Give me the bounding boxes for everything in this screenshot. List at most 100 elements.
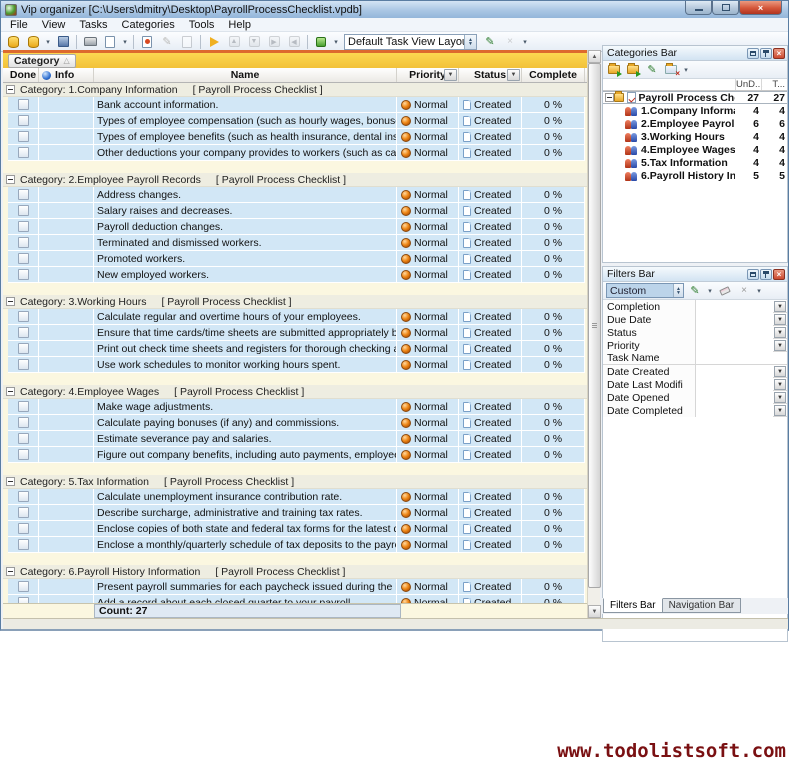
task-checkbox[interactable]: [18, 327, 29, 338]
task-checkbox[interactable]: [18, 221, 29, 232]
task-done-cell[interactable]: [8, 537, 39, 552]
task-done-cell[interactable]: [8, 309, 39, 324]
task-done-cell[interactable]: [8, 129, 39, 144]
task-priority-cell[interactable]: Normal: [397, 187, 459, 202]
task-done-cell[interactable]: [8, 579, 39, 594]
task-done-cell[interactable]: [8, 489, 39, 504]
task-status-cell[interactable]: Created: [459, 187, 522, 202]
minimize-button[interactable]: [685, 1, 712, 15]
priority-filter-dropdown-icon[interactable]: ▼: [444, 69, 457, 81]
menu-view[interactable]: View: [35, 19, 73, 31]
task-status-cell[interactable]: Created: [459, 267, 522, 282]
tree-item[interactable]: 1.Company Information44: [603, 104, 787, 117]
task-priority-cell[interactable]: Normal: [397, 489, 459, 504]
filter-dropdown-icon[interactable]: ▼: [774, 301, 786, 312]
tree-item[interactable]: Payroll Process Checklist2727: [603, 91, 787, 104]
task-name-cell[interactable]: Ensure that time cards/time sheets are s…: [94, 325, 397, 340]
task-done-cell[interactable]: [8, 521, 39, 536]
task-row[interactable]: Make wage adjustments.NormalCreated0 %: [8, 399, 585, 415]
task-status-cell[interactable]: Created: [459, 415, 522, 430]
task-done-cell[interactable]: [8, 113, 39, 128]
task-priority-cell[interactable]: Normal: [397, 431, 459, 446]
column-header-done[interactable]: Done: [8, 68, 39, 82]
refresh-button[interactable]: [312, 33, 330, 50]
column-header-status[interactable]: Status ▼: [459, 68, 522, 82]
task-checkbox[interactable]: [18, 507, 29, 518]
task-done-cell[interactable]: [8, 399, 39, 414]
task-name-cell[interactable]: Salary raises and decreases.: [94, 203, 397, 218]
task-priority-cell[interactable]: Normal: [397, 219, 459, 234]
tree-item[interactable]: 3.Working Hours44: [603, 130, 787, 143]
task-checkbox[interactable]: [18, 311, 29, 322]
task-row[interactable]: New employed workers.NormalCreated0 %: [8, 267, 585, 283]
task-complete-cell[interactable]: 0 %: [522, 537, 585, 552]
task-done-cell[interactable]: [8, 235, 39, 250]
task-complete-cell[interactable]: 0 %: [522, 447, 585, 462]
task-status-cell[interactable]: Created: [459, 505, 522, 520]
task-status-cell[interactable]: Created: [459, 325, 522, 340]
task-row[interactable]: Calculate regular and overtime hours of …: [8, 309, 585, 325]
new-database-button[interactable]: [4, 33, 22, 50]
complete-task-button[interactable]: [205, 33, 223, 50]
edit-task-button[interactable]: ✎: [158, 33, 176, 50]
task-row[interactable]: Types of employee benefits (such as heal…: [8, 129, 585, 145]
task-row[interactable]: Present payroll summaries for each paych…: [8, 579, 585, 595]
task-complete-cell[interactable]: 0 %: [522, 431, 585, 446]
task-done-cell[interactable]: [8, 447, 39, 462]
task-row[interactable]: Enclose copies of both state and federal…: [8, 521, 585, 537]
menu-file[interactable]: File: [3, 19, 35, 31]
task-row[interactable]: Add a record about each closed quarter t…: [8, 595, 585, 603]
task-priority-cell[interactable]: Normal: [397, 113, 459, 128]
collapse-group-icon[interactable]: [6, 85, 15, 94]
task-complete-cell[interactable]: 0 %: [522, 521, 585, 536]
task-priority-cell[interactable]: Normal: [397, 203, 459, 218]
add-subcategory-button[interactable]: [625, 63, 641, 77]
tree-item[interactable]: 5.Tax Information44: [603, 156, 787, 169]
filter-row[interactable]: Date Completed▼: [603, 404, 787, 417]
task-complete-cell[interactable]: 0 %: [522, 595, 585, 603]
open-dropdown-icon[interactable]: ▾: [44, 38, 52, 46]
task-name-cell[interactable]: Calculate unemployment insurance contrib…: [94, 489, 397, 504]
task-status-cell[interactable]: Created: [459, 431, 522, 446]
collapse-group-icon[interactable]: [6, 567, 15, 576]
task-complete-cell[interactable]: 0 %: [522, 113, 585, 128]
task-complete-cell[interactable]: 0 %: [522, 251, 585, 266]
task-name-cell[interactable]: Present payroll summaries for each paych…: [94, 579, 397, 594]
task-name-cell[interactable]: Use work schedules to monitor working ho…: [94, 357, 397, 372]
panel-window-button[interactable]: [747, 269, 759, 280]
task-done-cell[interactable]: [8, 145, 39, 160]
filter-value-field[interactable]: [696, 300, 773, 313]
task-name-cell[interactable]: Bank account information.: [94, 97, 397, 112]
task-status-cell[interactable]: Created: [459, 97, 522, 112]
task-complete-cell[interactable]: 0 %: [522, 267, 585, 282]
task-checkbox[interactable]: [18, 115, 29, 126]
task-complete-cell[interactable]: 0 %: [522, 219, 585, 234]
filter-combo-spin-icon[interactable]: ▲▼: [673, 284, 683, 297]
group-header-row[interactable]: Category: 1.Company Information[ Payroll…: [3, 83, 587, 97]
filter-row[interactable]: Status▼: [603, 326, 787, 339]
task-complete-cell[interactable]: 0 %: [522, 235, 585, 250]
task-name-cell[interactable]: Terminated and dismissed workers.: [94, 235, 397, 250]
task-name-cell[interactable]: Address changes.: [94, 187, 397, 202]
filter-value-field[interactable]: [696, 313, 773, 326]
task-name-cell[interactable]: New employed workers.: [94, 267, 397, 282]
task-checkbox[interactable]: [18, 581, 29, 592]
print-button[interactable]: [81, 33, 99, 50]
task-done-cell[interactable]: [8, 505, 39, 520]
task-checkbox[interactable]: [18, 523, 29, 534]
task-checkbox[interactable]: [18, 449, 29, 460]
toolbar-overflow-icon[interactable]: ▾: [332, 38, 340, 46]
save-database-button[interactable]: [54, 33, 72, 50]
filter-value-field[interactable]: [696, 404, 773, 417]
filter-value-field[interactable]: [696, 352, 773, 364]
task-name-cell[interactable]: Make wage adjustments.: [94, 399, 397, 414]
filter-row[interactable]: Date Opened▼: [603, 391, 787, 404]
task-checkbox[interactable]: [18, 269, 29, 280]
task-priority-cell[interactable]: Normal: [397, 579, 459, 594]
task-priority-cell[interactable]: Normal: [397, 399, 459, 414]
task-status-cell[interactable]: Created: [459, 447, 522, 462]
task-complete-cell[interactable]: 0 %: [522, 505, 585, 520]
filter-row[interactable]: Priority▼: [603, 339, 787, 352]
collapse-group-icon[interactable]: [6, 175, 15, 184]
panel-close-button[interactable]: ×: [773, 269, 785, 280]
